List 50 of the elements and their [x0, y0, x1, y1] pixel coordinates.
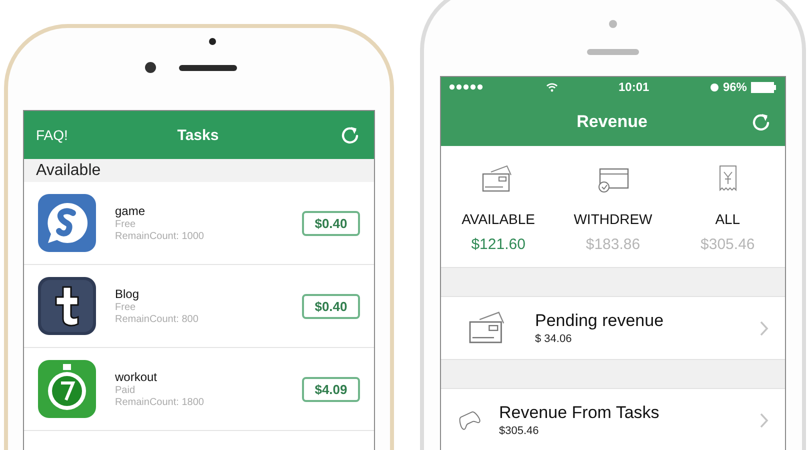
summary-amount: $121.60	[471, 236, 526, 253]
chevron-right-icon	[760, 320, 769, 336]
task-name: Blog	[115, 287, 140, 301]
battery-percent: 96%	[722, 80, 747, 94]
summary-label: WITHDREW	[574, 211, 652, 227]
chevron-right-icon	[760, 412, 769, 428]
price-type: Paid	[115, 385, 136, 396]
screen-title: Revenue	[576, 112, 648, 132]
revenue-row[interactable]: Revenue From Tasks $305.46	[441, 389, 785, 450]
signal-icon	[449, 84, 485, 90]
clock-time: 10:01	[618, 80, 650, 94]
speaker-grille	[587, 49, 639, 55]
gamepad-icon	[457, 409, 481, 431]
reward-button[interactable]: $4.09	[302, 376, 360, 402]
reward-button[interactable]: $0.40	[302, 294, 360, 318]
refresh-icon[interactable]	[340, 125, 360, 145]
summary-amount: $183.86	[586, 236, 640, 253]
summary-label: AVAILABLE	[462, 211, 536, 227]
remain-count: RemainCount: 1000	[115, 231, 205, 242]
blog-app-icon	[38, 277, 96, 335]
sensor-dot	[609, 20, 617, 28]
row-amount: $305.46	[499, 425, 540, 437]
task-row[interactable]: workout Paid RemainCount: 1800 $4.09	[24, 348, 374, 431]
speaker-grille	[179, 65, 237, 71]
chat-bubble-app-icon	[38, 194, 96, 252]
price-type: Free	[115, 302, 137, 313]
reward-button[interactable]: $0.40	[302, 210, 360, 236]
screen-title: Tasks	[177, 126, 219, 144]
task-name: workout	[115, 370, 158, 384]
section-header: Available	[24, 159, 374, 182]
price-type: Free	[115, 219, 137, 230]
row-title: Pending revenue	[535, 311, 665, 331]
battery-icon	[750, 82, 777, 92]
task-row[interactable]: game Free RemainCount: 1000 $0.40	[24, 182, 374, 265]
task-name: game	[115, 204, 146, 218]
sensor-dot	[209, 38, 216, 45]
alarm-icon	[710, 82, 719, 92]
faq-link[interactable]: FAQ!	[36, 127, 68, 143]
stopwatch-app-icon	[38, 360, 96, 418]
row-title: Revenue From Tasks	[499, 403, 660, 423]
wifi-icon	[546, 82, 558, 92]
row-amount: $ 34.06	[535, 333, 573, 345]
remain-count: RemainCount: 800	[115, 314, 200, 325]
revenue-row[interactable]: Pending revenue $ 34.06	[441, 297, 785, 359]
refresh-icon[interactable]	[751, 112, 771, 132]
task-row[interactable]: Blog Free RemainCount: 800 $0.40	[24, 265, 374, 348]
summary-amount: $305.46	[700, 236, 755, 253]
summary-label: ALL	[715, 211, 740, 227]
remain-count: RemainCount: 1800	[115, 397, 205, 408]
camera-icon	[145, 62, 156, 73]
